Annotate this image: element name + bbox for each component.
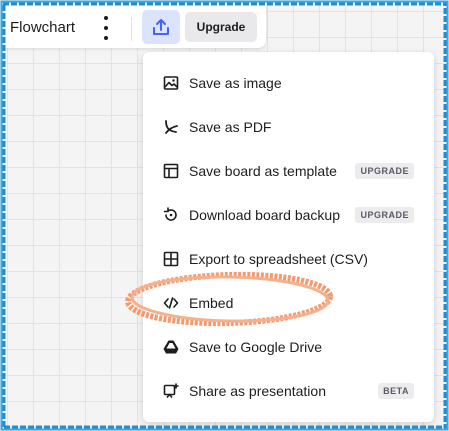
board-name[interactable]: Flowchart (10, 19, 75, 36)
more-dot-icon (104, 26, 108, 30)
more-dot-icon (104, 36, 108, 40)
menu-item-save-board-as-template[interactable]: Save board as template UPGRADE (143, 149, 434, 193)
more-dot-icon (104, 16, 108, 20)
toolbar-divider (131, 17, 132, 41)
menu-item-label: Share as presentation (189, 383, 326, 399)
menu-item-save-to-google-drive[interactable]: Save to Google Drive (143, 325, 434, 369)
upgrade-badge: UPGRADE (355, 207, 414, 223)
upgrade-badge: UPGRADE (355, 163, 414, 179)
menu-item-save-as-image[interactable]: Save as image (143, 61, 434, 105)
more-options-button[interactable] (96, 15, 116, 41)
menu-item-export-to-csv[interactable]: Export to spreadsheet (CSV) (143, 237, 434, 281)
beta-badge: BETA (378, 383, 414, 399)
menu-item-label: Save as PDF (189, 119, 272, 135)
menu-item-share-as-presentation[interactable]: Share as presentation BETA (143, 369, 434, 413)
template-icon (163, 163, 179, 179)
table-icon (163, 251, 179, 267)
menu-item-label: Export to spreadsheet (CSV) (189, 251, 368, 267)
backup-icon (163, 207, 177, 221)
upgrade-button[interactable]: Upgrade (185, 12, 257, 42)
top-toolbar: Flowchart Upgrade (4, 4, 266, 48)
presentation-icon (163, 383, 179, 399)
menu-item-label: Save board as template (189, 163, 337, 179)
menu-item-download-board-backup[interactable]: Download board backup UPGRADE (143, 193, 434, 237)
google-drive-icon (163, 340, 179, 354)
code-icon (163, 297, 179, 309)
export-button[interactable] (142, 10, 180, 44)
upload-icon (153, 19, 169, 35)
menu-item-label: Download board backup (189, 207, 340, 223)
menu-item-embed[interactable]: Embed (143, 281, 434, 325)
menu-item-label: Save as image (189, 75, 282, 91)
menu-item-save-as-pdf[interactable]: Save as PDF (143, 105, 434, 149)
image-icon (163, 76, 179, 90)
pdf-icon (165, 120, 178, 134)
export-menu: Save as image Save as PDF Save board as … (143, 52, 434, 422)
menu-item-label: Embed (189, 295, 234, 311)
menu-item-label: Save to Google Drive (189, 339, 323, 355)
